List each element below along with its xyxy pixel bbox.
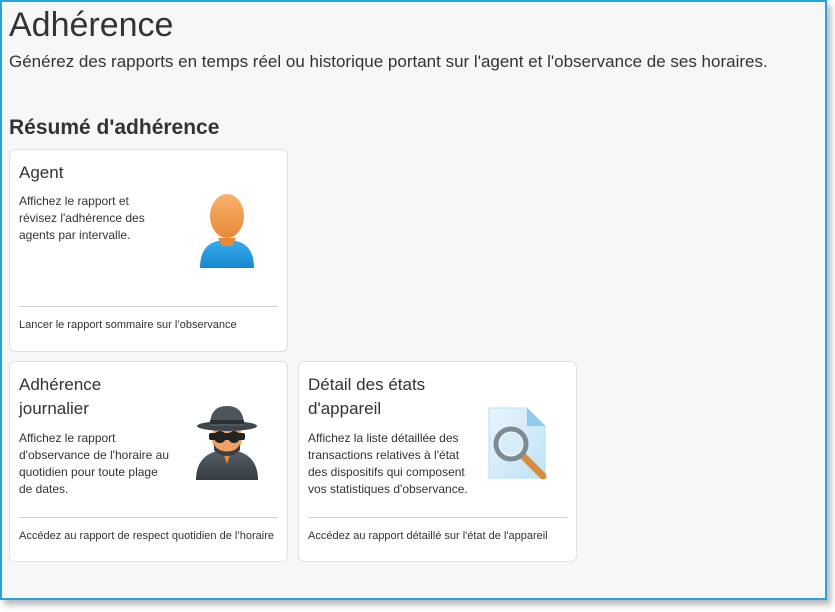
card-divider bbox=[308, 517, 567, 518]
card-description: Affichez le rapport d'observance de l'ho… bbox=[19, 431, 170, 496]
app-window: Adhérence Générez des rapports en temps … bbox=[0, 0, 827, 600]
card-link-device-report[interactable]: Accédez au rapport détaillé sur l'état d… bbox=[308, 530, 567, 542]
spy-icon bbox=[192, 404, 262, 485]
section-title: Résumé d'adhérence bbox=[9, 116, 220, 139]
card-link-agent-report[interactable]: Lancer le rapport sommaire sur l’observa… bbox=[19, 319, 278, 331]
card-agent[interactable]: Agent Affichez le rapport et révisez l'a… bbox=[9, 149, 288, 352]
card-title: Adhérence journalier bbox=[19, 375, 102, 418]
card-link-daily-report[interactable]: Accédez au rapport de respect quotidien … bbox=[19, 530, 278, 542]
document-search-icon bbox=[487, 406, 551, 487]
card-description: Affichez la liste détaillée des transact… bbox=[308, 431, 468, 496]
card-divider bbox=[19, 517, 278, 518]
card-description: Affichez le rapport et révisez l'adhéren… bbox=[19, 194, 145, 242]
card-device-state-detail[interactable]: Détail des états d'appareil Affichez la … bbox=[298, 361, 577, 562]
card-title: Détail des états d'appareil bbox=[308, 375, 426, 418]
card-daily-adherence[interactable]: Adhérence journalier Affichez le rapport… bbox=[9, 361, 288, 562]
user-icon bbox=[196, 192, 258, 273]
page-subtitle: Générez des rapports en temps réel ou hi… bbox=[9, 52, 768, 71]
card-divider bbox=[19, 306, 278, 307]
page-title: Adhérence bbox=[9, 6, 174, 44]
card-title: Agent bbox=[19, 163, 64, 182]
